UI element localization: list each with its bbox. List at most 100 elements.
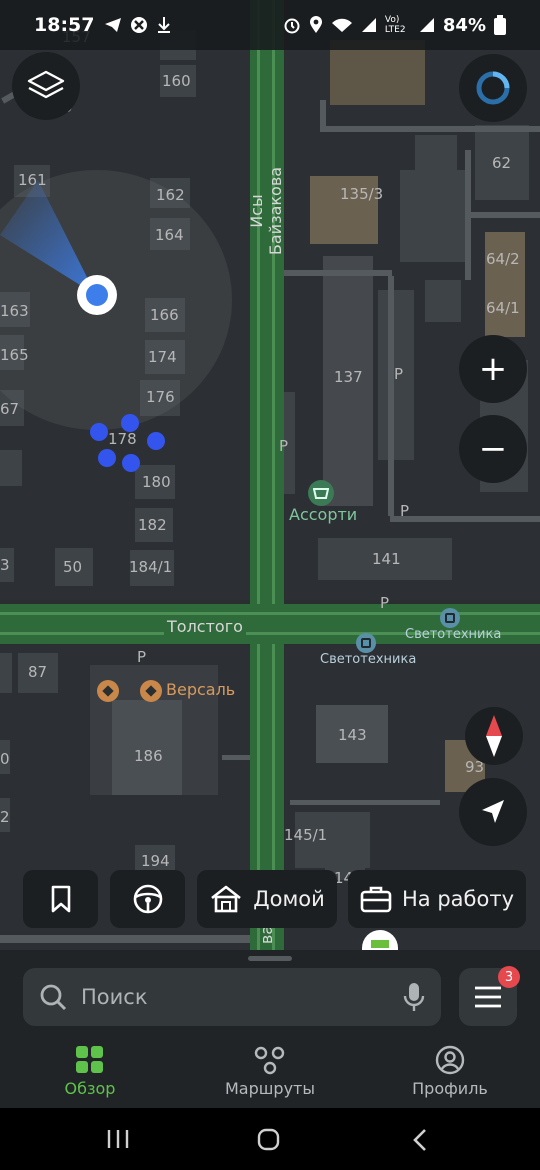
menu-badge: 3: [498, 966, 520, 988]
routes-icon: [254, 1046, 285, 1075]
map-canvas[interactable]: 157 159 160 161 162 164 163 165 166 174 …: [0, 0, 540, 960]
house-number: 67: [0, 400, 20, 418]
bookmarks-button[interactable]: [23, 870, 98, 928]
home-icon: [211, 885, 242, 913]
profile-icon: [435, 1045, 465, 1075]
house-number: 3: [0, 556, 10, 574]
house-number: 64/2: [486, 250, 520, 268]
house-number: 182: [138, 516, 167, 534]
house-number: 50: [63, 558, 83, 576]
signal-icon: [419, 18, 434, 32]
parking-label: P: [400, 502, 410, 520]
status-time: 18:57: [34, 14, 95, 36]
bus-stop-icon[interactable]: [356, 633, 376, 653]
minus-icon: −: [478, 429, 508, 469]
house-number: 62: [492, 154, 512, 172]
search-placeholder: Поиск: [81, 985, 148, 1009]
recent-apps-icon[interactable]: [106, 1128, 130, 1150]
house-number: 161: [18, 171, 47, 189]
house-number: 164: [155, 226, 184, 244]
house-number: 141: [372, 550, 401, 568]
house-number: 176: [146, 388, 175, 406]
briefcase-icon: [360, 886, 392, 913]
system-nav-bar: [0, 1108, 540, 1170]
wifi-icon: [331, 18, 352, 32]
poi-label-assorti[interactable]: Ассорти: [289, 505, 357, 524]
house-number: 184/1: [129, 558, 173, 576]
poi-marker-icon[interactable]: [140, 680, 162, 702]
house-number: 145/1: [284, 826, 328, 844]
house-number: 0: [0, 750, 10, 768]
microphone-icon[interactable]: [403, 982, 425, 1012]
current-location-marker[interactable]: [77, 275, 117, 315]
compass-needle-icon: [486, 715, 502, 757]
street-label-baizakova: Исы Байзакова: [247, 166, 285, 256]
house-number: 165: [0, 346, 29, 364]
back-icon[interactable]: [410, 1128, 430, 1152]
tab-routes-label: Маршруты: [225, 1079, 315, 1098]
house-number: 143: [338, 726, 367, 744]
telegram-icon: [105, 18, 122, 32]
battery-percent: 84%: [442, 14, 486, 36]
parking-label: P: [279, 437, 289, 455]
house-number: 64/1: [486, 299, 520, 317]
house-number: 166: [150, 306, 179, 324]
tab-profile[interactable]: Профиль: [375, 1045, 525, 1098]
house-number: 87: [28, 663, 48, 681]
steering-wheel-icon: [133, 884, 162, 914]
drag-handle[interactable]: [248, 956, 292, 961]
house-number: 194: [141, 852, 170, 870]
my-location-button[interactable]: [459, 778, 527, 846]
house-number: 2: [0, 808, 10, 826]
app-icon: [131, 17, 148, 33]
layers-icon: [27, 70, 65, 99]
home-chip-label: Домой: [253, 887, 325, 911]
house-number: 163: [0, 302, 29, 320]
house-number: 137: [334, 368, 363, 386]
home-chip[interactable]: Домой: [197, 870, 337, 928]
tab-overview[interactable]: Обзор: [15, 1045, 165, 1098]
compass-icon: [476, 71, 510, 105]
compass-button[interactable]: [465, 707, 523, 765]
alarm-icon: [284, 18, 300, 34]
bus-stop-label[interactable]: Светотехника: [320, 652, 416, 667]
poi-label-versal[interactable]: Версаль: [166, 680, 235, 699]
tab-profile-label: Профиль: [412, 1079, 488, 1098]
poi-marker-icon[interactable]: [97, 680, 119, 702]
shop-icon[interactable]: [308, 480, 334, 506]
house-number: 174: [148, 348, 177, 366]
house-number: 135/3: [340, 185, 384, 203]
driving-button[interactable]: [110, 870, 185, 928]
navigation-arrow-icon: [482, 800, 504, 823]
signal-icon: [361, 18, 376, 32]
search-bar[interactable]: Поиск: [23, 968, 441, 1026]
house-number: 162: [156, 186, 185, 204]
work-chip[interactable]: На работу: [348, 870, 526, 928]
bus-stop-label[interactable]: Светотехника: [405, 627, 501, 642]
layers-button[interactable]: [12, 52, 80, 120]
map-mode-button[interactable]: [459, 54, 527, 122]
parking-label: P: [137, 648, 147, 666]
search-icon: [40, 984, 67, 1011]
street-label-tolstogo: Толстого: [164, 617, 246, 636]
house-number: 160: [162, 72, 191, 90]
house-number: 178: [108, 430, 137, 448]
location-icon: [309, 16, 322, 33]
plus-icon: +: [478, 349, 508, 389]
battery-icon: [494, 15, 506, 35]
work-chip-label: На работу: [402, 887, 514, 911]
house-number: 186: [134, 747, 163, 765]
download-icon: [158, 17, 171, 33]
tab-routes[interactable]: Маршруты: [195, 1045, 345, 1098]
hamburger-icon: [475, 986, 501, 1008]
network-type: Vo) LTE2: [384, 15, 406, 35]
tab-overview-label: Обзор: [64, 1079, 116, 1098]
status-bar: 18:57 Vo) LTE2 84%: [0, 0, 540, 50]
parking-label: P: [394, 365, 404, 383]
parking-label: P: [380, 594, 390, 612]
grid-icon: [76, 1046, 103, 1073]
zoom-in-button[interactable]: +: [459, 335, 527, 403]
home-nav-icon[interactable]: [257, 1128, 281, 1152]
zoom-out-button[interactable]: −: [459, 415, 527, 483]
bus-stop-icon[interactable]: [440, 608, 460, 628]
